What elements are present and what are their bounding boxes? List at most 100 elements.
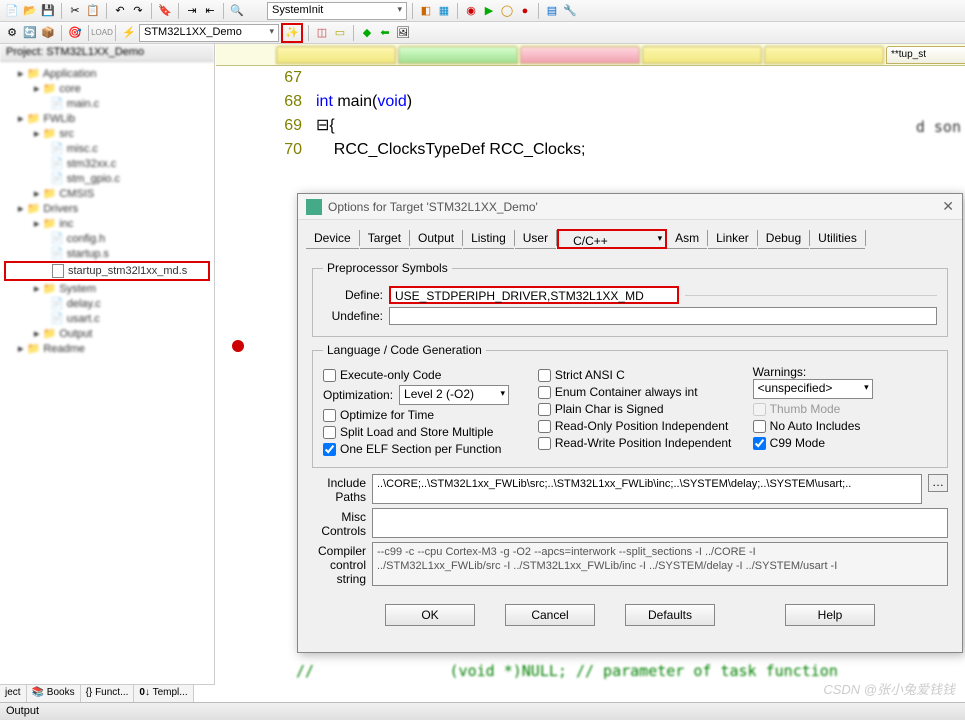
outdent-icon[interactable]: ⇤ xyxy=(202,3,218,19)
one-elf-check[interactable]: One ELF Section per Function xyxy=(323,442,528,456)
langgen-group: Language / Code Generation Execute-only … xyxy=(312,343,948,468)
split-load-check[interactable]: Split Load and Store Multiple xyxy=(323,425,528,439)
tab-functions[interactable]: {} Funct... xyxy=(81,685,135,702)
tab-linker[interactable]: Linker xyxy=(708,228,757,249)
tab-books[interactable]: 📚 Books xyxy=(27,685,81,702)
tools-icon[interactable]: 🔧 xyxy=(562,3,578,19)
tab-project[interactable]: ject xyxy=(0,685,27,702)
define-input[interactable]: USE_STDPERIPH_DRIVER,STM32L1XX_MD xyxy=(389,286,679,304)
editor-tab[interactable] xyxy=(642,46,762,64)
close-icon[interactable]: ✕ xyxy=(942,198,954,215)
thumb-mode-check: Thumb Mode xyxy=(753,402,937,416)
tab-output[interactable]: Output xyxy=(410,228,462,249)
project-combo[interactable]: STM32L1XX_Demo xyxy=(139,24,279,42)
copy-icon[interactable]: 📋 xyxy=(85,3,101,19)
compiler-string-output: --c99 -c --cpu Cortex-M3 -g -O2 --apcs=i… xyxy=(372,542,948,586)
editor-tab-startup[interactable]: **tup_st xyxy=(886,46,965,64)
dialog-buttons: OK Cancel Defaults Help xyxy=(298,596,962,634)
preproc-legend: Preprocessor Symbols xyxy=(323,261,452,275)
compiler-string-label: Compiler control string xyxy=(312,542,366,586)
tab-listing[interactable]: Listing xyxy=(463,228,514,249)
c99-mode-check[interactable]: C99 Mode xyxy=(753,436,937,450)
exec-only-check[interactable]: Execute-only Code xyxy=(323,368,528,382)
stop-icon[interactable]: ◯ xyxy=(499,3,515,19)
enum-container-check[interactable]: Enum Container always int xyxy=(538,385,743,399)
misc-icon[interactable]: 🖼 xyxy=(395,25,411,41)
step-icon[interactable]: ● xyxy=(517,3,533,19)
misc-controls-label: Misc Controls xyxy=(312,508,366,538)
run-icon[interactable]: ▶ xyxy=(481,3,497,19)
target-icon[interactable]: 🎯 xyxy=(67,25,83,41)
config-a-icon[interactable]: ◧ xyxy=(418,3,434,19)
systeminit-combo[interactable]: SystemInit xyxy=(267,2,407,20)
tab-user[interactable]: User xyxy=(515,228,556,249)
window-icon[interactable]: ▤ xyxy=(544,3,560,19)
tab-asm[interactable]: Asm xyxy=(667,228,707,249)
defaults-button[interactable]: Defaults xyxy=(625,604,715,626)
readwrite-pi-check[interactable]: Read-Write Position Independent xyxy=(538,436,743,450)
go-icon[interactable]: ◆ xyxy=(359,25,375,41)
cut-icon[interactable]: ✂ xyxy=(67,3,83,19)
plain-char-check[interactable]: Plain Char is Signed xyxy=(538,402,743,416)
open-icon[interactable]: 📂 xyxy=(22,3,38,19)
back-icon[interactable]: ⬅ xyxy=(377,25,393,41)
watermark: CSDN @张小兔爱钱钱 xyxy=(823,679,955,698)
bookmark-icon[interactable]: 🔖 xyxy=(157,3,173,19)
include-paths-input[interactable]: ..\CORE;..\STM32L1xx_FWLib\src;..\STM32L… xyxy=(372,474,922,504)
browse-icon[interactable]: … xyxy=(928,474,948,492)
tab-templates[interactable]: 0↓ Templ... xyxy=(134,685,193,702)
tab-utilities[interactable]: Utilities xyxy=(810,228,865,249)
tab-device[interactable]: Device xyxy=(306,228,359,249)
tab-debug[interactable]: Debug xyxy=(758,228,809,249)
ok-button[interactable]: OK xyxy=(385,604,475,626)
editor-tab[interactable] xyxy=(764,46,884,64)
flash-icon[interactable]: ⚡ xyxy=(121,25,137,41)
breakpoint-icon[interactable] xyxy=(232,340,244,352)
undefine-input[interactable] xyxy=(389,307,937,325)
save-icon[interactable]: 💾 xyxy=(40,3,56,19)
find-icon[interactable]: 🔍 xyxy=(229,3,245,19)
editor-tab[interactable] xyxy=(520,46,640,64)
opt-time-check[interactable]: Optimize for Time xyxy=(323,408,528,422)
tab-target[interactable]: Target xyxy=(360,228,409,249)
magic-wand-icon[interactable]: ✨ xyxy=(281,23,303,43)
misc-controls-input[interactable] xyxy=(372,508,948,538)
load-icon[interactable]: LOAD xyxy=(94,25,110,41)
redo-icon[interactable]: ↷ xyxy=(130,3,146,19)
readonly-pi-check[interactable]: Read-Only Position Independent xyxy=(538,419,743,433)
warnings-select[interactable]: <unspecified> xyxy=(753,379,873,399)
editor-tab[interactable] xyxy=(398,46,518,64)
new-icon[interactable]: 📄 xyxy=(4,3,20,19)
tree-file-startup[interactable]: startup_stm32l1xx_md.s xyxy=(4,261,210,281)
project-tree[interactable]: ▸ 📁 Application ▸ 📁 core 📄 main.c ▸ 📁 FW… xyxy=(0,62,214,360)
code-text[interactable]: int main(void) ⊟{ RCC_ClocksTypeDef RCC_… xyxy=(316,66,965,162)
undo-icon[interactable]: ↶ xyxy=(112,3,128,19)
strict-ansi-check[interactable]: Strict ANSI C xyxy=(538,368,743,382)
no-auto-inc-check[interactable]: No Auto Includes xyxy=(753,419,937,433)
config-b-icon[interactable]: ▦ xyxy=(436,3,452,19)
editor-tab[interactable] xyxy=(276,46,396,64)
opt-label: Optimization: xyxy=(323,388,393,402)
rebuild-icon[interactable]: 🔄 xyxy=(22,25,38,41)
keil-icon xyxy=(306,199,322,215)
panel-tabs: ject 📚 Books {} Funct... 0↓ Templ... xyxy=(0,684,215,702)
batch-icon[interactable]: 📦 xyxy=(40,25,56,41)
dialog-title: Options for Target 'STM32L1XX_Demo' xyxy=(328,200,538,214)
build-icon[interactable]: ⚙ xyxy=(4,25,20,41)
toolbar-row-2: ⚙ 🔄 📦 🎯 LOAD ⚡ STM32L1XX_Demo ✨ ◫ ▭ ◆ ⬅ … xyxy=(0,22,965,44)
project-panel: Project: STM32L1XX_Demo ▸ 📁 Application … xyxy=(0,44,215,684)
panel-header: Project: STM32L1XX_Demo xyxy=(0,44,214,62)
book-icon[interactable]: ▭ xyxy=(332,25,348,41)
options-dialog: Options for Target 'STM32L1XX_Demo' ✕ De… xyxy=(297,193,963,653)
tree-file-label: startup_stm32l1xx_md.s xyxy=(68,265,187,277)
lang-legend: Language / Code Generation xyxy=(323,343,486,357)
cancel-button[interactable]: Cancel xyxy=(505,604,595,626)
preprocessor-group: Preprocessor Symbols Define: USE_STDPERI… xyxy=(312,261,948,337)
dialog-tabs: Device Target Output Listing User C/C++ … xyxy=(298,220,962,249)
optimization-select[interactable]: Level 2 (-O2) xyxy=(399,385,509,405)
debug-icon[interactable]: ◉ xyxy=(463,3,479,19)
indent-icon[interactable]: ⇥ xyxy=(184,3,200,19)
manage-icon[interactable]: ◫ xyxy=(314,25,330,41)
help-button[interactable]: Help xyxy=(785,604,875,626)
tab-ccpp[interactable]: C/C++ xyxy=(557,229,667,249)
